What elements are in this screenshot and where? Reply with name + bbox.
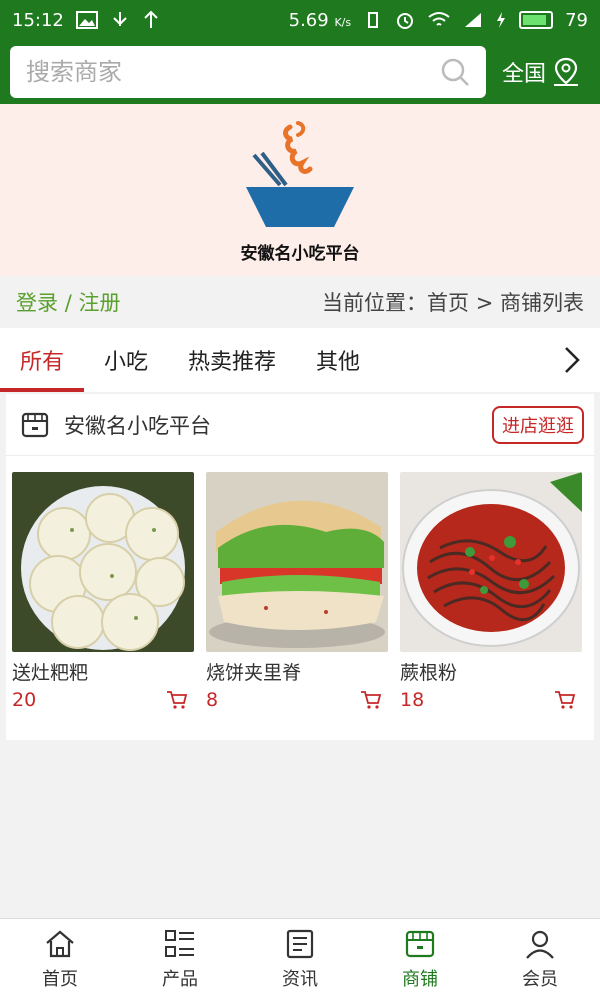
product-item[interactable]: 送灶粑粑 20 (12, 472, 194, 711)
search-header: 全国 (0, 40, 600, 104)
alarm-icon (397, 13, 414, 29)
breadcrumb: 当前位置：首页 > 商铺列表 (322, 287, 584, 317)
nav-shops[interactable]: 商铺 (360, 919, 480, 1000)
tab-hot-recommend[interactable]: 热卖推荐 (168, 328, 296, 392)
location-icon (554, 57, 579, 86)
search-icon[interactable] (440, 57, 470, 87)
product-name: 送灶粑粑 (12, 662, 89, 684)
brand-banner: 安徽名小吃平台 (0, 104, 600, 276)
register-link[interactable]: 注册 (78, 291, 120, 315)
product-list: 送灶粑粑 20 烧饼夹里脊 8 蕨根粉 18 (6, 456, 594, 711)
breadcrumb-current: 商铺列表 (500, 291, 584, 315)
network-speed: 5.69 K/s (288, 9, 352, 31)
status-bar: 15:12 5.69 K/s 79 (0, 0, 600, 40)
breadcrumb-prefix: 当前位置： (322, 291, 428, 315)
product-price: 20 (12, 689, 37, 711)
product-name: 烧饼夹里脊 (206, 662, 302, 684)
product-price-row: 20 (12, 689, 194, 711)
brand-logo (246, 120, 354, 227)
nav-products[interactable]: 产品 (120, 919, 240, 1000)
status-time: 15:12 (12, 9, 64, 31)
chevron-right-icon[interactable] (560, 344, 584, 376)
region-selector[interactable]: 全国 (502, 56, 580, 88)
nav-news[interactable]: 资讯 (240, 919, 360, 1000)
shop-name: 安徽名小吃平台 (64, 413, 211, 438)
product-price: 8 (206, 689, 219, 711)
vibrate-icon (368, 12, 379, 28)
nav-home[interactable]: 首页 (0, 919, 120, 1000)
store-icon (21, 412, 49, 437)
product-image[interactable] (206, 472, 388, 652)
cart-icon[interactable] (554, 690, 576, 710)
nav-member-label: 会员 (522, 968, 558, 990)
signal-icon (465, 13, 482, 27)
wifi-icon (428, 12, 450, 26)
nav-news-label: 资讯 (282, 968, 318, 990)
cart-icon[interactable] (360, 690, 382, 710)
battery-level: 79 (565, 9, 588, 31)
account-separator: / (64, 291, 72, 315)
search-box[interactable] (10, 46, 486, 98)
home-icon (46, 930, 74, 957)
search-input[interactable] (26, 58, 386, 86)
bottom-nav: 首页 产品 资讯 商铺 会员 (0, 918, 600, 1000)
breadcrumb-arrow: > (475, 291, 494, 315)
nav-home-label: 首页 (42, 968, 78, 990)
store-icon (405, 930, 435, 957)
tab-other[interactable]: 其他 (296, 328, 380, 392)
product-image[interactable] (400, 472, 582, 652)
login-link[interactable]: 登录 (16, 291, 58, 315)
user-icon (526, 930, 554, 959)
product-price: 18 (400, 689, 425, 711)
region-label: 全国 (502, 62, 547, 87)
product-item[interactable]: 蕨根粉 18 (400, 472, 582, 711)
breadcrumb-home[interactable]: 首页 (427, 291, 469, 315)
list-icon (165, 929, 194, 957)
usb-icon (113, 12, 127, 26)
nav-products-label: 产品 (162, 968, 198, 990)
shop-title[interactable]: 安徽名小吃平台 (20, 410, 211, 440)
tab-all[interactable]: 所有 (0, 328, 85, 392)
battery-icon (519, 11, 554, 29)
product-image[interactable] (12, 472, 194, 652)
product-price-row: 8 (206, 689, 388, 711)
category-tabs: 所有 小吃 热卖推荐 其他 (0, 328, 600, 392)
product-price-row: 18 (400, 689, 582, 711)
account-bar: 登录 / 注册 当前位置：首页 > 商铺列表 (0, 276, 600, 328)
brand-name: 安徽名小吃平台 (240, 243, 360, 264)
account-links: 登录 / 注册 (16, 287, 120, 317)
cart-icon[interactable] (166, 690, 188, 710)
product-name: 蕨根粉 (400, 662, 458, 684)
nav-shops-label: 商铺 (402, 968, 438, 990)
product-item[interactable]: 烧饼夹里脊 8 (206, 472, 388, 711)
charging-icon (497, 12, 506, 28)
news-icon (286, 929, 314, 958)
tab-snacks[interactable]: 小吃 (84, 328, 168, 392)
image-icon (75, 11, 98, 29)
download-icon (144, 10, 158, 28)
nav-member[interactable]: 会员 (480, 919, 600, 1000)
shop-card: 安徽名小吃平台 进店逛逛 送灶粑粑 20 烧饼夹里脊 8 蕨根粉 18 (6, 394, 594, 740)
shop-header: 安徽名小吃平台 进店逛逛 (6, 394, 594, 456)
visit-shop-button[interactable]: 进店逛逛 (492, 405, 584, 444)
